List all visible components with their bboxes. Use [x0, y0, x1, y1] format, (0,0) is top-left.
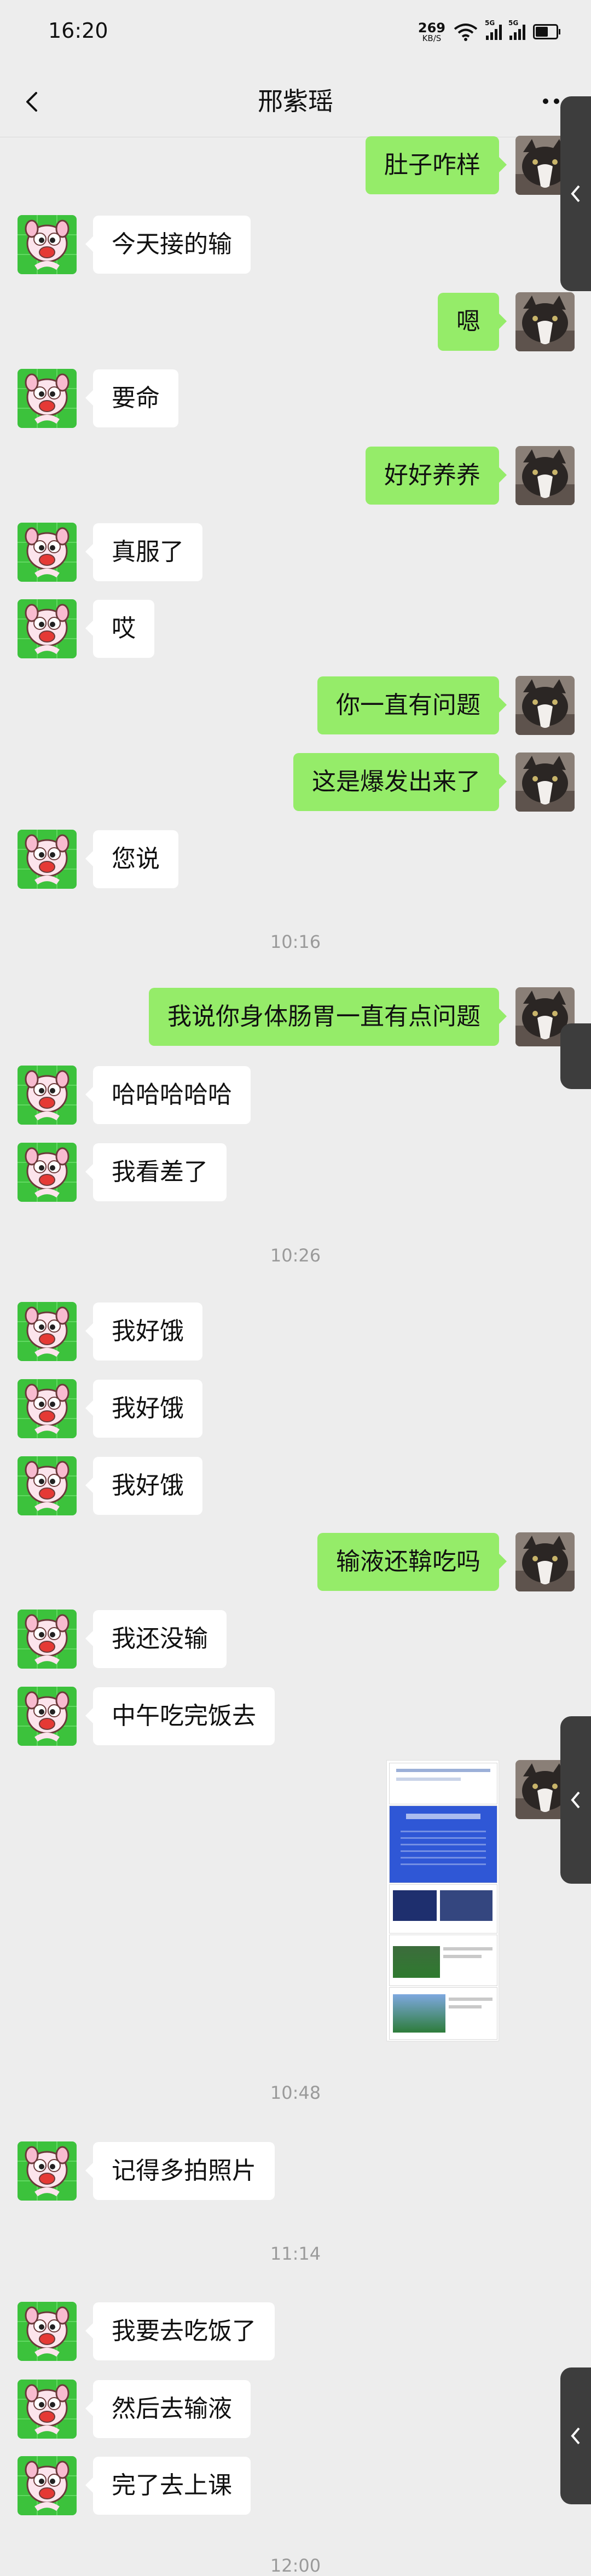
timestamp: 10:26 — [270, 1245, 321, 1266]
contact-avatar[interactable] — [18, 2380, 77, 2439]
timestamp: 12:00 — [270, 2555, 321, 2576]
contact-avatar[interactable] — [18, 1066, 77, 1125]
contact-avatar[interactable] — [18, 2456, 77, 2515]
chevron-left-icon — [571, 2427, 580, 2445]
received-message[interactable]: 哎 — [85, 600, 154, 658]
sent-message[interactable]: 我说你身体肠胃一直有点问题 — [149, 988, 507, 1046]
contact-avatar[interactable] — [18, 2302, 77, 2361]
image-slide-thumbnail — [389, 1935, 497, 1986]
contact-avatar[interactable] — [18, 1610, 77, 1669]
received-message[interactable]: 记得多拍照片 — [85, 2142, 275, 2200]
image-message[interactable] — [386, 1760, 499, 2041]
contact-avatar[interactable] — [18, 1302, 77, 1361]
my-avatar[interactable] — [515, 1532, 575, 1591]
network-speed: 269 KB/S — [418, 20, 445, 43]
sent-message[interactable]: 你一直有问题 — [317, 676, 507, 734]
contact-avatar[interactable] — [18, 830, 77, 889]
contact-avatar[interactable] — [18, 1456, 77, 1515]
my-avatar[interactable] — [515, 446, 575, 505]
received-message[interactable]: 要命 — [85, 369, 178, 427]
signal-icon-sim2: 5G — [508, 19, 525, 40]
contact-avatar[interactable] — [18, 369, 77, 428]
sent-message[interactable]: 肚子咋样 — [366, 136, 507, 194]
floating-window-handle[interactable] — [560, 1023, 591, 1089]
sent-message[interactable]: 嗯 — [438, 293, 507, 351]
received-message[interactable]: 我好饿 — [85, 1457, 202, 1515]
floating-window-handle[interactable] — [560, 2367, 591, 2504]
my-avatar[interactable] — [515, 752, 575, 812]
received-message[interactable]: 我好饿 — [85, 1380, 202, 1438]
chat-title: 邢紫瑶 — [258, 86, 333, 116]
floating-window-handle[interactable] — [560, 96, 591, 291]
received-message[interactable]: 今天接的输 — [85, 216, 251, 274]
received-message[interactable]: 我看差了 — [85, 1143, 227, 1201]
chat-header: 邢紫瑶 — [0, 66, 591, 137]
contact-avatar[interactable] — [18, 1143, 77, 1202]
chevron-left-icon — [571, 1791, 580, 1809]
image-slide-thumbnail — [389, 1805, 497, 1883]
sent-message[interactable]: 这是爆发出来了 — [293, 753, 507, 811]
chevron-left-icon — [571, 185, 580, 202]
battery-icon — [533, 24, 560, 39]
my-avatar[interactable] — [515, 292, 575, 351]
received-message[interactable]: 中午吃完饭去 — [85, 1687, 275, 1745]
received-message[interactable]: 哈哈哈哈哈 — [85, 1066, 251, 1124]
received-message[interactable]: 我要去吃饭了 — [85, 2302, 275, 2360]
status-time: 16:20 — [48, 19, 108, 43]
contact-avatar[interactable] — [18, 2141, 77, 2201]
contact-avatar[interactable] — [18, 215, 77, 274]
wifi-icon — [454, 24, 478, 41]
received-message[interactable]: 您说 — [85, 830, 178, 888]
received-message[interactable]: 真服了 — [85, 523, 202, 581]
received-message[interactable]: 我还没输 — [85, 1610, 227, 1668]
received-message[interactable]: 我好饿 — [85, 1303, 202, 1361]
received-message[interactable]: 完了去上课 — [85, 2457, 251, 2515]
image-slide-thumbnail — [389, 1763, 497, 1804]
contact-avatar[interactable] — [18, 1379, 77, 1438]
timestamp: 11:14 — [270, 2243, 321, 2264]
timestamp: 10:48 — [270, 2082, 321, 2103]
received-message[interactable]: 然后去输液 — [85, 2380, 251, 2438]
status-bar: 16:20 269 KB/S 5G 5G — [0, 0, 591, 66]
contact-avatar[interactable] — [18, 599, 77, 658]
contact-avatar[interactable] — [18, 523, 77, 582]
contact-avatar[interactable] — [18, 1687, 77, 1746]
status-icons: 269 KB/S 5G 5G — [418, 19, 560, 44]
sent-message[interactable]: 输液还鞥吃吗 — [317, 1533, 507, 1591]
floating-window-handle[interactable] — [560, 1716, 591, 1884]
timestamp: 10:16 — [270, 931, 321, 952]
image-slide-thumbnail — [389, 1987, 497, 2040]
sent-message[interactable]: 好好养养 — [366, 447, 507, 505]
signal-icon-sim1: 5G — [485, 19, 502, 40]
my-avatar[interactable] — [515, 676, 575, 735]
image-slide-thumbnail — [389, 1884, 497, 1934]
